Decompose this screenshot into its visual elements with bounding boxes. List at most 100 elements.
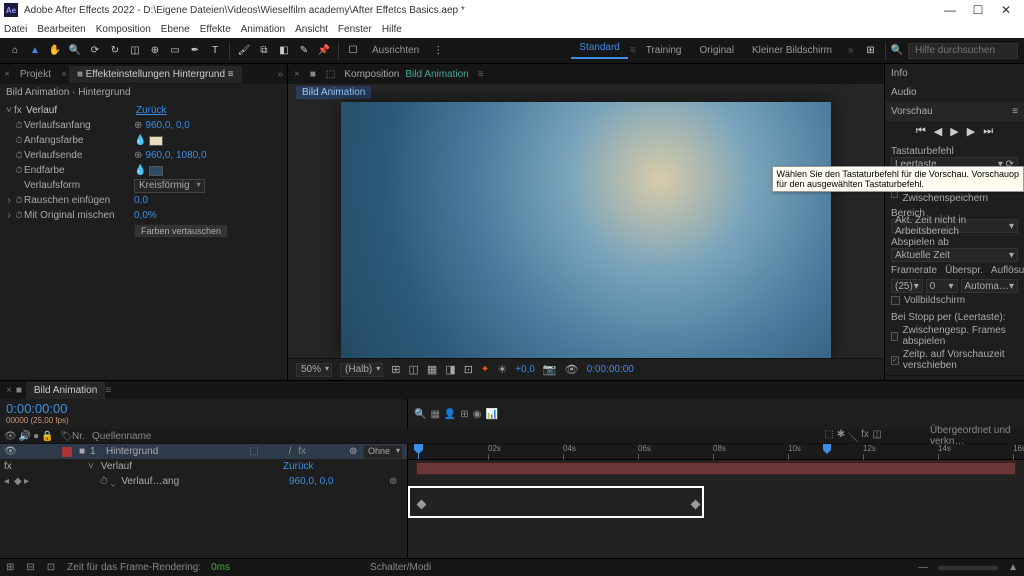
next-frame-icon[interactable]: ▶ bbox=[967, 125, 975, 138]
play-icon[interactable]: ▶ bbox=[950, 125, 958, 138]
exposure-icon[interactable]: ☀ bbox=[497, 363, 507, 376]
keyframed-prop-value[interactable]: 960,0, 0,0 bbox=[289, 476, 389, 487]
first-frame-icon[interactable]: ⏮ bbox=[916, 125, 926, 138]
menu-animation[interactable]: Animation bbox=[241, 24, 285, 35]
val-verlaufsende[interactable]: 960,0, 1080,0 bbox=[145, 150, 206, 161]
fullscreen-label[interactable]: Vollbildschirm bbox=[904, 295, 965, 306]
range-select[interactable]: Akt. Zeit nicht in Arbeitsbereich▾ bbox=[891, 219, 1018, 233]
snap-options-icon[interactable]: ⋮ bbox=[429, 42, 447, 60]
switches-modes-toggle[interactable]: Schalter/Modi bbox=[370, 562, 431, 573]
shy-icon[interactable]: 👤 bbox=[444, 409, 456, 420]
tab-effekteinstellungen[interactable]: ■ Effekteinstellungen Hintergrund ≡ bbox=[69, 66, 242, 83]
snapshot-icon[interactable]: 📷 bbox=[543, 363, 557, 376]
eraser-tool-icon[interactable]: ◧ bbox=[275, 42, 293, 60]
zoom-tool-icon[interactable]: 🔍 bbox=[66, 42, 84, 60]
help-search-input[interactable] bbox=[908, 43, 1018, 59]
motion-blur-icon[interactable]: ◉ bbox=[473, 409, 482, 420]
hand-tool-icon[interactable]: ✋ bbox=[46, 42, 64, 60]
time-ruler[interactable]: 02s 04s 06s 08s 10s 12s 14s 16s bbox=[408, 444, 1024, 460]
stopwatch-icon[interactable]: ⏱ bbox=[14, 120, 24, 131]
exposure-value[interactable]: +0,0 bbox=[515, 364, 535, 375]
stopwatch-icon[interactable]: ⏱ bbox=[14, 150, 24, 161]
framerate-select[interactable]: (25)▾ bbox=[891, 279, 923, 293]
channel-icon[interactable]: ◨ bbox=[445, 363, 455, 376]
preview-res-select[interactable]: Automa…▾ bbox=[961, 279, 1019, 293]
snap-checkbox[interactable]: ☐ bbox=[344, 42, 362, 60]
val-verlaufsanfang[interactable]: 960,0, 0,0 bbox=[145, 120, 189, 131]
graph-editor-icon[interactable]: 📊 bbox=[485, 409, 497, 420]
keyframe-icon[interactable] bbox=[691, 500, 701, 510]
layer-row[interactable]: 👁 ■ 1 Hintergrund ⬚/fx ⊚ Ohne bbox=[0, 444, 407, 459]
roto-tool-icon[interactable]: ✎ bbox=[295, 42, 313, 60]
menu-hilfe[interactable]: Hilfe bbox=[382, 24, 402, 35]
resolution-select[interactable]: (Halb) bbox=[340, 363, 383, 377]
search-layers-icon[interactable]: 🔍 bbox=[414, 409, 426, 420]
workspace-training[interactable]: Training bbox=[638, 45, 690, 56]
timeline-track-area[interactable]: 02s 04s 06s 08s 10s 12s 14s 16s bbox=[408, 444, 1024, 558]
add-keyframe-icon[interactable]: ◆ bbox=[14, 476, 24, 487]
menu-datei[interactable]: Datei bbox=[4, 24, 27, 35]
composition-viewer[interactable] bbox=[288, 101, 884, 358]
color-management-icon[interactable]: ✦ bbox=[481, 364, 489, 375]
preview-panel-header[interactable]: Vorschau≡ bbox=[885, 102, 1024, 121]
zoom-slider[interactable] bbox=[938, 566, 998, 570]
stopwatch-icon[interactable]: ⏱ bbox=[14, 135, 24, 146]
skip-select[interactable]: 0▾ bbox=[926, 279, 958, 293]
swap-colors-button[interactable]: Farben vertauschen bbox=[134, 224, 228, 238]
home-icon[interactable]: ⌂ bbox=[6, 42, 24, 60]
select-verlaufsform[interactable]: Kreisförmig bbox=[134, 179, 205, 193]
layer-duration-bar[interactable] bbox=[416, 462, 1016, 475]
zoom-select[interactable]: 50% bbox=[296, 363, 332, 377]
composition-canvas[interactable] bbox=[341, 102, 831, 358]
puppet-tool-icon[interactable]: 📌 bbox=[315, 42, 333, 60]
keyframed-prop-name[interactable]: Verlauf…ang bbox=[117, 476, 289, 487]
prev-keyframe-icon[interactable]: ◂ bbox=[0, 476, 14, 487]
val-mitoriginal[interactable]: 0,0% bbox=[134, 210, 157, 221]
layer-color-label[interactable] bbox=[62, 447, 72, 457]
menu-effekte[interactable]: Effekte bbox=[200, 24, 231, 35]
toggle-mask-icon[interactable]: ◫ bbox=[408, 363, 418, 376]
audio-panel-header[interactable]: Audio bbox=[885, 83, 1024, 102]
anchor-tool-icon[interactable]: ⊕ bbox=[146, 42, 164, 60]
effect-reset[interactable]: Zurück bbox=[136, 105, 167, 116]
current-time[interactable]: 0:00:00:00 bbox=[6, 401, 401, 416]
stopwatch-icon[interactable]: ⏱ bbox=[14, 195, 24, 206]
effect-row[interactable]: fx ˅ Verlauf Zurück bbox=[0, 459, 407, 474]
zoom-out-icon[interactable]: — bbox=[918, 562, 928, 573]
layer-effect-reset[interactable]: Zurück bbox=[283, 461, 403, 472]
pen-tool-icon[interactable]: ✒ bbox=[186, 42, 204, 60]
eye-column-icon[interactable]: 👁 bbox=[4, 431, 17, 442]
move-time-label[interactable]: Zeitp. auf Vorschauzeit verschieben bbox=[903, 349, 1018, 371]
toggle-transparency-icon[interactable]: ⊞ bbox=[391, 363, 400, 376]
workspace-kleiner[interactable]: Kleiner Bildschirm bbox=[744, 45, 840, 56]
comp-mini-icon[interactable]: ▦ bbox=[430, 409, 439, 420]
stopwatch-icon[interactable]: ⏱ bbox=[14, 165, 24, 176]
camera-tool-icon[interactable]: ◫ bbox=[126, 42, 144, 60]
cache-frames-label[interactable]: Zwischengesp. Frames abspielen bbox=[902, 325, 1018, 347]
layer-name[interactable]: Hintergrund bbox=[102, 446, 249, 457]
keyframe-icon[interactable] bbox=[417, 500, 427, 510]
solo-column-icon[interactable]: ● bbox=[33, 431, 39, 442]
brush-tool-icon[interactable]: 🖌 bbox=[235, 42, 253, 60]
menu-bearbeiten[interactable]: Bearbeiten bbox=[37, 24, 85, 35]
playfrom-select[interactable]: Aktuelle Zeit▾ bbox=[891, 248, 1018, 262]
workspace-original[interactable]: Original bbox=[691, 45, 741, 56]
audio-column-icon[interactable]: 🔊 bbox=[19, 431, 31, 442]
zoom-in-icon[interactable]: ▲ bbox=[1008, 562, 1018, 573]
layer-effect-name[interactable]: Verlauf bbox=[97, 461, 283, 472]
rect-tool-icon[interactable]: ▭ bbox=[166, 42, 184, 60]
rotate-tool-icon[interactable]: ↻ bbox=[106, 42, 124, 60]
comp-tab-name[interactable]: Bild Animation bbox=[405, 69, 468, 80]
comp-breadcrumb[interactable]: Bild Animation bbox=[296, 86, 371, 99]
prev-frame-icon[interactable]: ◀ bbox=[934, 125, 942, 138]
last-frame-icon[interactable]: ⏭ bbox=[983, 125, 993, 138]
work-area-end[interactable] bbox=[823, 444, 831, 454]
toggle-modes-icon[interactable]: ⊟ bbox=[26, 562, 34, 573]
next-keyframe-icon[interactable]: ▸ bbox=[24, 476, 34, 487]
frame-blend-icon[interactable]: ⊞ bbox=[460, 409, 468, 420]
menu-ansicht[interactable]: Ansicht bbox=[295, 24, 328, 35]
toggle-switches-icon[interactable]: ⊞ bbox=[6, 562, 14, 573]
val-rauschen[interactable]: 0,0 bbox=[134, 195, 148, 206]
selection-tool-icon[interactable]: ▲ bbox=[26, 42, 44, 60]
toggle-in-out-icon[interactable]: ⊡ bbox=[47, 562, 55, 573]
